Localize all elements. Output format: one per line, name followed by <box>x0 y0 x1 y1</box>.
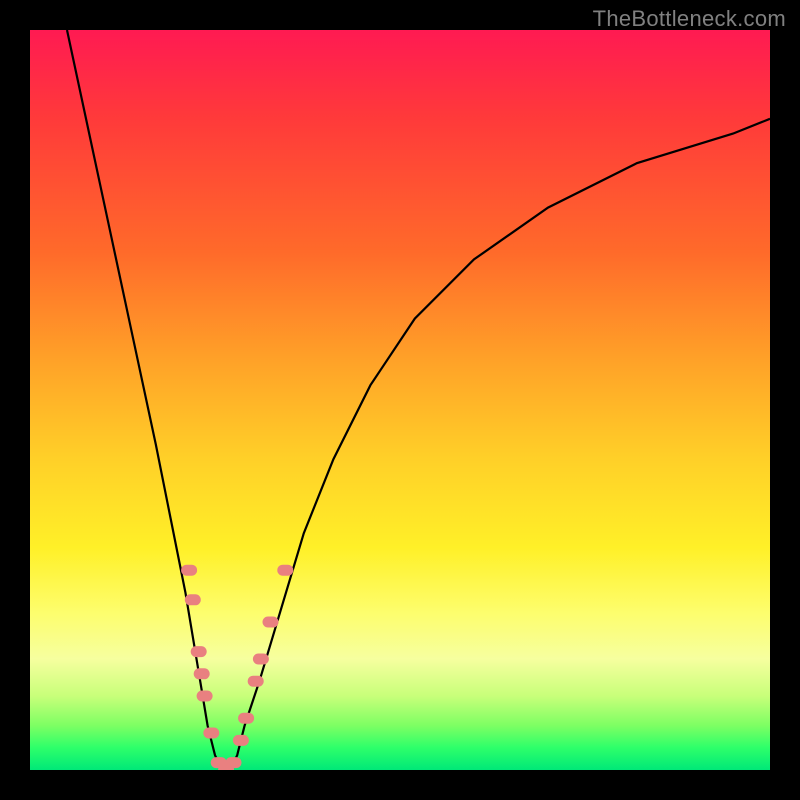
data-marker <box>233 735 249 746</box>
data-marker <box>238 713 254 724</box>
curve-path <box>67 30 770 770</box>
plot-area <box>30 30 770 770</box>
data-marker <box>248 676 264 687</box>
chart-frame: TheBottleneck.com <box>0 0 800 800</box>
data-marker <box>253 654 269 665</box>
data-marker <box>277 565 293 576</box>
data-marker <box>263 617 279 628</box>
watermark-text: TheBottleneck.com <box>593 6 786 32</box>
data-marker <box>194 668 210 679</box>
bottleneck-curve <box>30 30 770 770</box>
data-marker <box>181 565 197 576</box>
data-marker <box>203 728 219 739</box>
data-marker <box>197 691 213 702</box>
data-marker <box>185 594 201 605</box>
data-marker <box>226 757 242 768</box>
data-marker <box>191 646 207 657</box>
